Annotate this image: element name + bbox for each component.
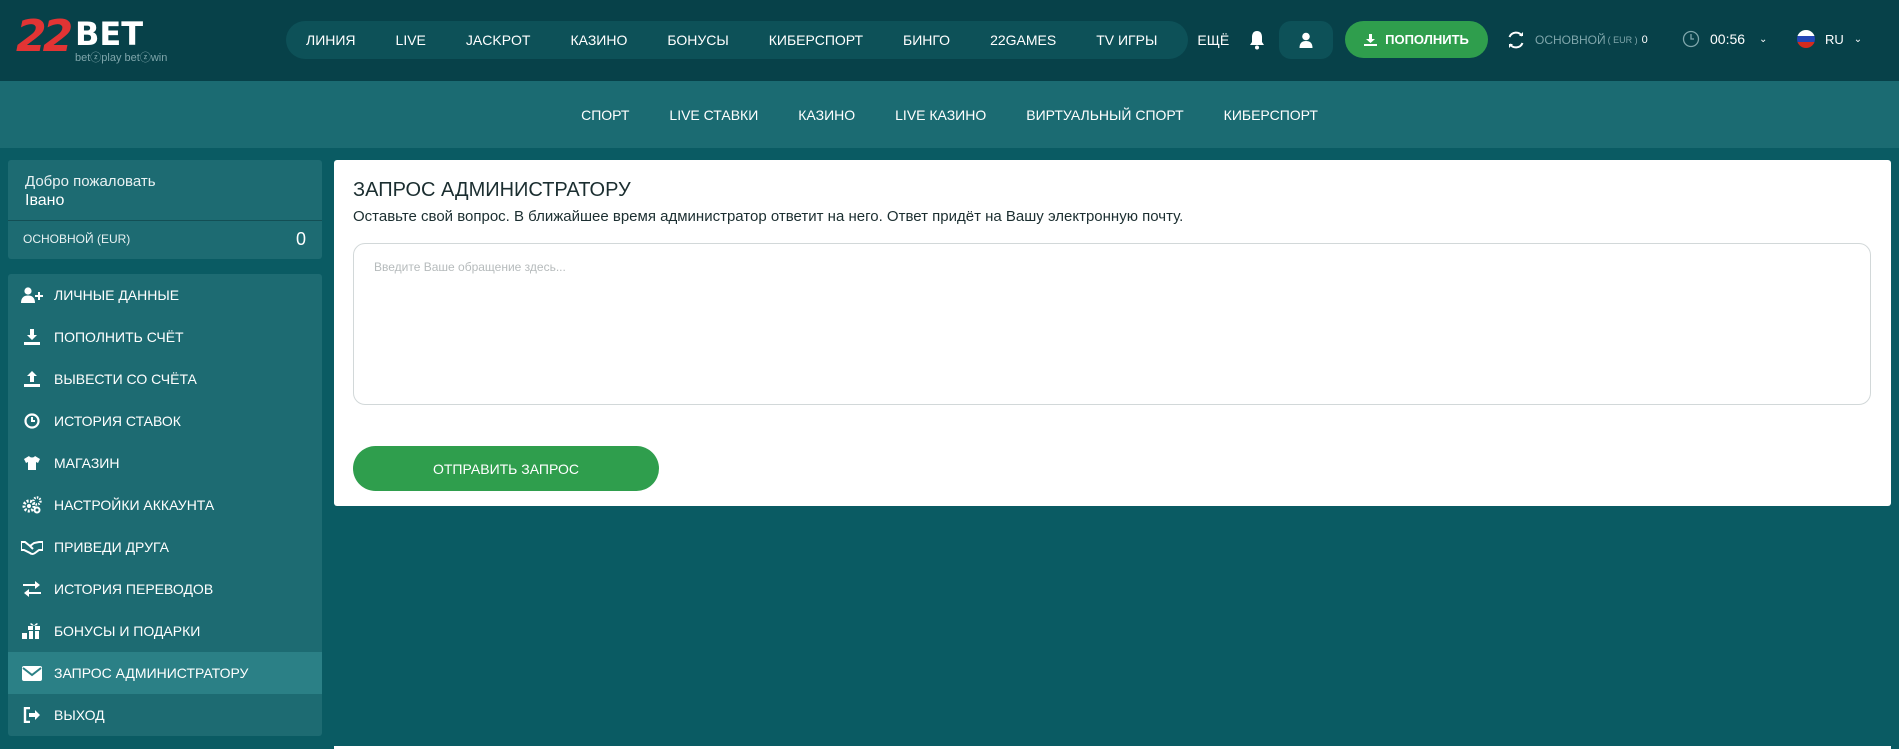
main-nav-item-live[interactable]: LIVE [396,32,426,48]
deposit-button[interactable]: ПОПОЛНИТЬ [1345,21,1488,58]
sidebar-item-refer-friend[interactable]: ПРИВЕДИ ДРУГА [8,526,322,568]
sidebar-item-label: ИСТОРИЯ ПЕРЕВОДОВ [54,581,214,597]
deposit-label: ПОПОЛНИТЬ [1385,32,1469,47]
envelope-icon [21,664,43,682]
header-balance-label: ОСНОВНОЙ [1535,33,1606,47]
sub-nav-item-live-bets[interactable]: LIVE СТАВКИ [669,107,758,123]
account-menu: ЛИЧНЫЕ ДАННЫЕ ПОПОЛНИТЬ СЧЁТ ВЫВЕСТИ СО … [8,274,322,736]
sidebar-item-label: ПОПОЛНИТЬ СЧЁТ [54,329,184,345]
logo-tagline: betⓩplay betⓩwin [75,52,168,64]
sidebar-item-admin-request[interactable]: ЗАПРОС АДМИНИСТРАТОРУ [8,652,322,694]
russia-flag-icon [1797,30,1815,48]
sub-nav: СПОРТ LIVE СТАВКИ КАЗИНО LIVE КАЗИНО ВИР… [0,81,1899,148]
refresh-icon[interactable] [1506,30,1526,50]
chevron-down-icon: ⌄ [1853,33,1863,45]
sidebar-item-label: ИСТОРИЯ СТАВОК [54,413,181,429]
user-plus-icon [21,286,43,304]
sidebar-item-personal-data[interactable]: ЛИЧНЫЕ ДАННЫЕ [8,274,322,316]
sidebar-item-deposit[interactable]: ПОПОЛНИТЬ СЧЁТ [8,316,322,358]
sidebar-item-account-settings[interactable]: НАСТРОЙКИ АККАУНТА [8,484,322,526]
header-balance-value: 0 [1641,34,1648,46]
sidebar-item-label: МАГАЗИН [54,455,120,471]
clock-icon [1682,30,1700,48]
send-request-button[interactable]: ОТПРАВИТЬ ЗАПРОС [353,446,659,491]
sub-nav-item-casino[interactable]: КАЗИНО [798,107,855,123]
sidebar-item-transfer-history[interactable]: ИСТОРИЯ ПЕРЕВОДОВ [8,568,322,610]
welcome-title: Добро пожаловать [25,173,156,190]
user-icon [1299,32,1313,48]
divider [8,220,322,221]
sidebar-balance-value: 0 [295,229,306,249]
sidebar-item-bonuses-gifts[interactable]: БОНУСЫ И ПОДАРКИ [8,610,322,652]
main-nav-item-tv-games[interactable]: TV ИГРЫ [1096,32,1157,48]
download-icon [21,328,43,346]
header-balance[interactable]: ОСНОВНОЙ ( EUR ) 0 [1506,30,1648,50]
user-name: Івано [25,192,65,209]
gears-icon [21,496,43,514]
main-nav-item-liniya[interactable]: ЛИНИЯ [306,32,356,48]
clock-time: 00:56 [1710,31,1746,47]
bell-icon[interactable] [1249,30,1265,50]
download-icon [1364,33,1378,46]
sub-nav-item-virtual-sport[interactable]: ВИРТУАЛЬНЫЙ СПОРТ [1026,107,1183,123]
welcome-card: Добро пожаловать Івано ОСНОВНОЙ (EUR) 0 [8,160,322,259]
sidebar-item-bet-history[interactable]: ИСТОРИЯ СТАВОК [8,400,322,442]
sidebar-item-label: ПРИВЕДИ ДРУГА [54,539,169,555]
logo[interactable]: 22 BET betⓩplay betⓩwin [16,12,191,68]
main-nav-item-esports[interactable]: КИБЕРСПОРТ [769,32,863,48]
admin-request-panel: ЗАПРОС АДМИНИСТРАТОРУ Оставьте свой вопр… [334,160,1891,506]
sidebar-item-label: ВЫВЕСТИ СО СЧЁТА [54,371,197,387]
sidebar-item-logout[interactable]: ВЫХОД [8,694,322,736]
gift-icon [21,622,43,640]
request-message-input[interactable] [353,243,1871,405]
sub-nav-item-sport[interactable]: СПОРТ [581,107,629,123]
clock-icon [21,412,43,430]
header-balance-currency: ( EUR ) [1607,35,1638,45]
main-nav-item-casino[interactable]: КАЗИНО [570,32,627,48]
main-nav-item-more[interactable]: ЕЩЁ [1197,32,1229,48]
sidebar-balance-label: ОСНОВНОЙ (EUR) [23,232,131,246]
language-selector[interactable]: RU ⌄ [1797,30,1862,48]
user-profile-button[interactable] [1279,21,1333,59]
chevron-down-icon: ⌄ [1759,33,1768,45]
sidebar-item-withdraw[interactable]: ВЫВЕСТИ СО СЧЁТА [8,358,322,400]
page-title: ЗАПРОС АДМИНИСТРАТОРУ [353,179,631,201]
sidebar-item-shop[interactable]: МАГАЗИН [8,442,322,484]
sidebar-item-label: БОНУСЫ И ПОДАРКИ [54,623,201,639]
sidebar-item-label: ВЫХОД [54,707,105,723]
main-nav: ЛИНИЯ LIVE JACKPOT КАЗИНО БОНУСЫ КИБЕРСП… [286,21,1229,59]
clock[interactable]: 00:56 ⌄ [1682,30,1767,48]
logo-number: 22 [16,11,73,62]
handshake-icon [21,538,43,556]
page-description: Оставьте свой вопрос. В ближайшее время … [353,208,1184,225]
top-bar: 22 BET betⓩplay betⓩwin ЛИНИЯ LIVE JACKP… [0,0,1899,81]
logo-word: BET [75,15,144,53]
language-code: RU [1825,31,1844,47]
sub-nav-item-live-casino[interactable]: LIVE КАЗИНО [895,107,986,123]
main-nav-item-22games[interactable]: 22GAMES [990,32,1056,48]
sub-nav-item-esports[interactable]: КИБЕРСПОРТ [1224,107,1318,123]
main-nav-item-bingo[interactable]: БИНГО [903,32,950,48]
main-nav-item-jackpot[interactable]: JACKPOT [466,32,531,48]
tshirt-icon [21,454,43,472]
exchange-icon [21,580,43,598]
sidebar-item-label: ЗАПРОС АДМИНИСТРАТОРУ [54,665,249,681]
sidebar-item-label: НАСТРОЙКИ АККАУНТА [54,497,215,513]
upload-icon [21,370,43,388]
sign-out-icon [21,706,43,724]
sidebar-item-label: ЛИЧНЫЕ ДАННЫЕ [54,287,180,303]
main-nav-item-bonuses[interactable]: БОНУСЫ [667,32,728,48]
